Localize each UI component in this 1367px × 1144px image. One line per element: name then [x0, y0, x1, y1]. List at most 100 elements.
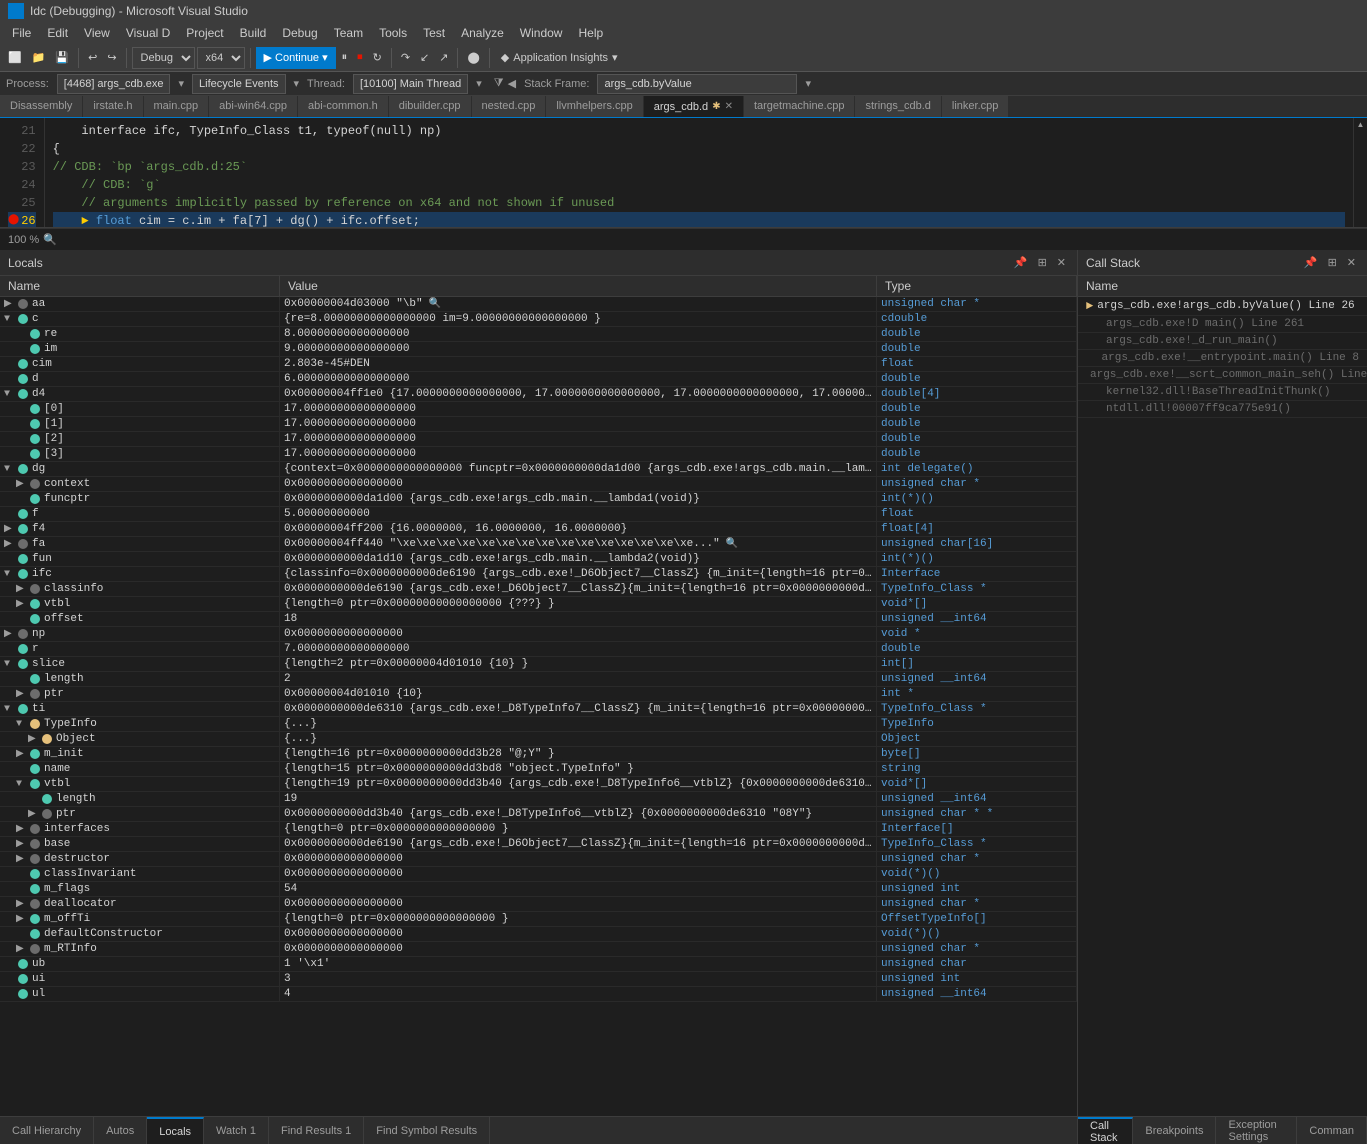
locals-row[interactable]: offset 18 unsigned __int64: [0, 612, 1077, 627]
bottom-tab-autos[interactable]: Autos: [94, 1117, 147, 1144]
callstack-row[interactable]: kernel32.dll!BaseThreadInitThunk(): [1078, 384, 1367, 401]
locals-row[interactable]: ▼ TypeInfo {...} TypeInfo: [0, 717, 1077, 732]
menu-team[interactable]: Team: [326, 22, 371, 44]
locals-row[interactable]: ▶ vtbl {length=0 ptr=0x00000000000000000…: [0, 597, 1077, 612]
lifecycle-events[interactable]: Lifecycle Events: [192, 74, 285, 94]
locals-row[interactable]: classInvariant 0x0000000000000000 void(*…: [0, 867, 1077, 882]
step-over-btn[interactable]: ↷: [397, 49, 414, 66]
locals-row[interactable]: ▼ slice {length=2 ptr=0x00000004d01010 {…: [0, 657, 1077, 672]
menu-file[interactable]: File: [4, 22, 39, 44]
locals-row[interactable]: [2] 17.00000000000000000 double: [0, 432, 1077, 447]
scroll-up-btn[interactable]: ▲: [1357, 120, 1365, 129]
locals-row[interactable]: r 7.00000000000000000 double: [0, 642, 1077, 657]
callstack-row[interactable]: args_cdb.exe!__entrypoint.main() Line 8: [1078, 350, 1367, 367]
locals-row[interactable]: ▼ c {re=8.00000000000000000 im=9.0000000…: [0, 312, 1077, 327]
app-insights-button[interactable]: ◆ Application Insights ▾: [495, 49, 624, 66]
locals-row[interactable]: ▶ Object {...} Object: [0, 732, 1077, 747]
expand-btn[interactable]: ▶: [16, 748, 26, 760]
toolbar-new[interactable]: ⬜: [4, 49, 26, 66]
expand-btn[interactable]: ▶: [28, 808, 38, 820]
expand-btn[interactable]: ▶: [16, 823, 26, 835]
menu-visuald[interactable]: Visual D: [118, 22, 178, 44]
expand-btn[interactable]: ▶: [16, 598, 26, 610]
callstack-close-btn[interactable]: ✕: [1344, 255, 1359, 270]
locals-row[interactable]: d 6.00000000000000000 double: [0, 372, 1077, 387]
platform-dropdown[interactable]: x64: [197, 47, 245, 69]
locals-pin-btn[interactable]: 📌: [1011, 255, 1031, 270]
locals-row[interactable]: ▼ d4 0x00000004ff1e0 {17.000000000000000…: [0, 387, 1077, 402]
zoom-level[interactable]: 100 %: [8, 234, 39, 246]
expand-btn[interactable]: ▶: [4, 628, 14, 640]
toolbar-save[interactable]: 💾: [51, 49, 73, 66]
expand-btn[interactable]: ▶: [4, 523, 14, 535]
toolbar-open[interactable]: 📁: [28, 49, 50, 66]
stack-frame-dropdown-icon[interactable]: ▾: [805, 77, 811, 90]
locals-row[interactable]: [0] 17.00000000000000000 double: [0, 402, 1077, 417]
process-dropdown-icon[interactable]: ▾: [178, 77, 184, 90]
locals-row[interactable]: m_flags 54 unsigned int: [0, 882, 1077, 897]
toolbar-redo[interactable]: ↪: [103, 49, 120, 66]
locals-row[interactable]: [1] 17.00000000000000000 double: [0, 417, 1077, 432]
callstack-pin-btn[interactable]: 📌: [1301, 255, 1321, 270]
locals-row[interactable]: ▶ m_RTInfo 0x0000000000000000 unsigned c…: [0, 942, 1077, 957]
bottom-tab-call-hierarchy[interactable]: Call Hierarchy: [0, 1117, 94, 1144]
locals-row[interactable]: fun 0x0000000000da1d10 {args_cdb.exe!arg…: [0, 552, 1077, 567]
tab-abi-win64[interactable]: abi-win64.cpp: [209, 96, 298, 117]
menu-project[interactable]: Project: [178, 22, 231, 44]
toolbar-undo[interactable]: ↩: [84, 49, 101, 66]
breakpoint-btn[interactable]: ⬤: [463, 49, 483, 66]
process-value[interactable]: [4468] args_cdb.exe: [57, 74, 171, 94]
locals-row[interactable]: ▼ vtbl {length=19 ptr=0x0000000000dd3b40…: [0, 777, 1077, 792]
locals-row[interactable]: cim 2.803e-45#DEN float: [0, 357, 1077, 372]
expand-btn[interactable]: ▼: [4, 569, 14, 580]
locals-row[interactable]: f 5.00000000000 float: [0, 507, 1077, 522]
restart-btn[interactable]: ↻: [369, 49, 386, 66]
locals-row[interactable]: ▼ ifc {classinfo=0x0000000000de6190 {arg…: [0, 567, 1077, 582]
bottom-tab-command[interactable]: Comman: [1297, 1117, 1367, 1144]
expand-btn[interactable]: ▼: [4, 464, 14, 475]
expand-btn[interactable]: ▶: [16, 943, 26, 955]
expand-btn[interactable]: ▶: [16, 478, 26, 490]
locals-row[interactable]: ▶ ptr 0x0000000000dd3b40 {args_cdb.exe!_…: [0, 807, 1077, 822]
locals-row[interactable]: ▼ dg {context=0x0000000000000000 funcptr…: [0, 462, 1077, 477]
expand-btn[interactable]: ▶: [16, 898, 26, 910]
bottom-tab-locals[interactable]: Locals: [147, 1117, 204, 1144]
locals-row[interactable]: ▶ interfaces {length=0 ptr=0x00000000000…: [0, 822, 1077, 837]
tab-irstate[interactable]: irstate.h: [83, 96, 143, 117]
value-search-icon[interactable]: 🔍: [726, 538, 738, 550]
locals-close-btn[interactable]: ✕: [1054, 255, 1069, 270]
locals-row[interactable]: ui 3 unsigned int: [0, 972, 1077, 987]
continue-button[interactable]: ▶ Continue ▾: [256, 47, 336, 69]
expand-btn[interactable]: ▶: [16, 838, 26, 850]
bottom-tab-call-stack[interactable]: Call Stack: [1078, 1117, 1133, 1144]
expand-btn[interactable]: ▼: [4, 314, 14, 325]
callstack-row[interactable]: ►args_cdb.exe!args_cdb.byValue() Line 26: [1078, 297, 1367, 316]
tab-dibuilder[interactable]: dibuilder.cpp: [389, 96, 472, 117]
menu-help[interactable]: Help: [570, 22, 611, 44]
expand-btn[interactable]: ▶: [28, 733, 38, 745]
callstack-row[interactable]: args_cdb.exe!D main() Line 261: [1078, 316, 1367, 333]
locals-row[interactable]: ▶ np 0x0000000000000000 void *: [0, 627, 1077, 642]
locals-row[interactable]: ▶ f4 0x00000004ff200 {16.0000000, 16.000…: [0, 522, 1077, 537]
locals-row[interactable]: ▶ ptr 0x00000004d01010 {10} int *: [0, 687, 1077, 702]
locals-row[interactable]: defaultConstructor 0x0000000000000000 vo…: [0, 927, 1077, 942]
locals-row[interactable]: ▶ m_init {length=16 ptr=0x0000000000dd3b…: [0, 747, 1077, 762]
locals-row[interactable]: ▶ aa 0x00000004d03000 "\b" 🔍 unsigned ch…: [0, 297, 1077, 312]
bottom-tab-watch1[interactable]: Watch 1: [204, 1117, 269, 1144]
expand-btn[interactable]: ▼: [4, 704, 14, 715]
step-into-btn[interactable]: ↙: [416, 49, 433, 66]
locals-row[interactable]: ▼ ti 0x0000000000de6310 {args_cdb.exe!_D…: [0, 702, 1077, 717]
menu-view[interactable]: View: [76, 22, 118, 44]
locals-row[interactable]: ub 1 '\x1' unsigned char: [0, 957, 1077, 972]
tab-nested[interactable]: nested.cpp: [472, 96, 547, 117]
locals-row[interactable]: ▶ m_offTi {length=0 ptr=0x00000000000000…: [0, 912, 1077, 927]
locals-row[interactable]: ▶ fa 0x00000004ff440 "\xe\xe\xe\xe\xe\xe…: [0, 537, 1077, 552]
locals-row[interactable]: name {length=15 ptr=0x0000000000dd3bd8 "…: [0, 762, 1077, 777]
locals-row[interactable]: im 9.00000000000000000 double: [0, 342, 1077, 357]
tab-linker[interactable]: linker.cpp: [942, 96, 1009, 117]
expand-btn[interactable]: ▶: [16, 913, 26, 925]
bottom-tab-exception-settings[interactable]: Exception Settings: [1216, 1117, 1297, 1144]
prev-frame-btn[interactable]: ◀: [508, 77, 516, 90]
menu-debug[interactable]: Debug: [274, 22, 325, 44]
callstack-row[interactable]: args_cdb.exe!_d_run_main(): [1078, 333, 1367, 350]
